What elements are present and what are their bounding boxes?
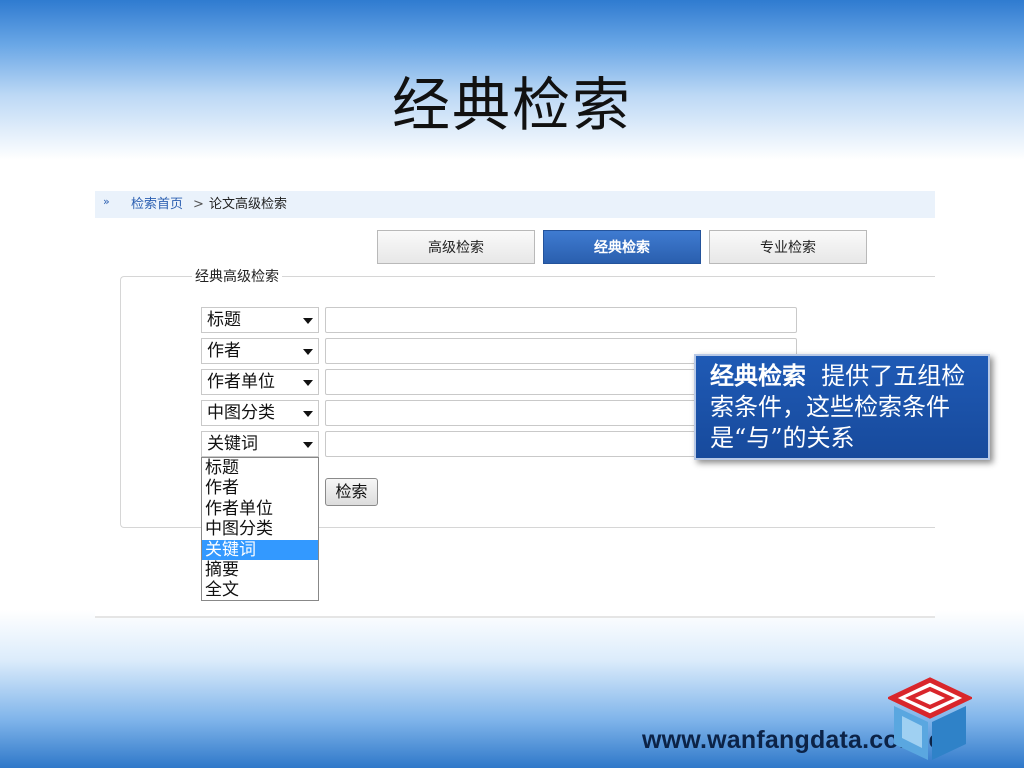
chevron-double-right-icon: » bbox=[103, 195, 110, 208]
search-term-input-1[interactable] bbox=[325, 307, 797, 333]
field-dropdown-list: 标题 作者 作者单位 中图分类 关键词 摘要 全文 bbox=[201, 457, 319, 601]
slide-title: 经典检索 bbox=[391, 71, 632, 139]
search-button[interactable]: 检索 bbox=[325, 478, 378, 506]
tab-classic-search[interactable]: 经典检索 bbox=[543, 230, 701, 264]
breadcrumb-separator: > bbox=[193, 197, 204, 212]
field-select-value: 中图分类 bbox=[207, 403, 275, 423]
dropdown-option[interactable]: 全文 bbox=[202, 580, 318, 600]
field-select-2[interactable]: 作者 bbox=[201, 338, 319, 364]
field-select-value: 关键词 bbox=[207, 434, 258, 454]
tab-advanced-search[interactable]: 高级检索 bbox=[377, 230, 535, 264]
dropdown-option[interactable]: 标题 bbox=[202, 458, 318, 478]
caret-down-icon bbox=[303, 318, 313, 324]
dropdown-option[interactable]: 中图分类 bbox=[202, 519, 318, 539]
field-select-value: 作者单位 bbox=[207, 372, 275, 392]
field-select-value: 作者 bbox=[207, 341, 241, 361]
breadcrumb: » 检索首页 > 论文高级检索 bbox=[95, 191, 935, 218]
field-select-3[interactable]: 作者单位 bbox=[201, 369, 319, 395]
caret-down-icon bbox=[303, 380, 313, 386]
field-select-value: 标题 bbox=[207, 310, 241, 330]
tab-professional-search[interactable]: 专业检索 bbox=[709, 230, 867, 264]
dropdown-option[interactable]: 作者单位 bbox=[202, 499, 318, 519]
callout-note: 经典检索 提供了五组检索条件，这些检索条件是“与”的关系 bbox=[694, 354, 990, 460]
caret-down-icon bbox=[303, 442, 313, 448]
caret-down-icon bbox=[303, 411, 313, 417]
field-select-4[interactable]: 中图分类 bbox=[201, 400, 319, 426]
dropdown-option-selected[interactable]: 关键词 bbox=[202, 539, 318, 560]
wanfang-logo-icon bbox=[888, 677, 972, 760]
fieldset-legend: 经典高级检索 bbox=[192, 266, 282, 286]
dropdown-option[interactable]: 摘要 bbox=[202, 560, 318, 580]
caret-down-icon bbox=[303, 349, 313, 355]
breadcrumb-home-link[interactable]: 检索首页 bbox=[131, 191, 183, 218]
dropdown-option[interactable]: 作者 bbox=[202, 478, 318, 498]
field-select-5[interactable]: 关键词 bbox=[201, 431, 319, 457]
breadcrumb-current: 论文高级检索 bbox=[209, 197, 288, 212]
callout-bold-text: 经典检索 bbox=[710, 361, 806, 390]
field-select-1[interactable]: 标题 bbox=[201, 307, 319, 333]
